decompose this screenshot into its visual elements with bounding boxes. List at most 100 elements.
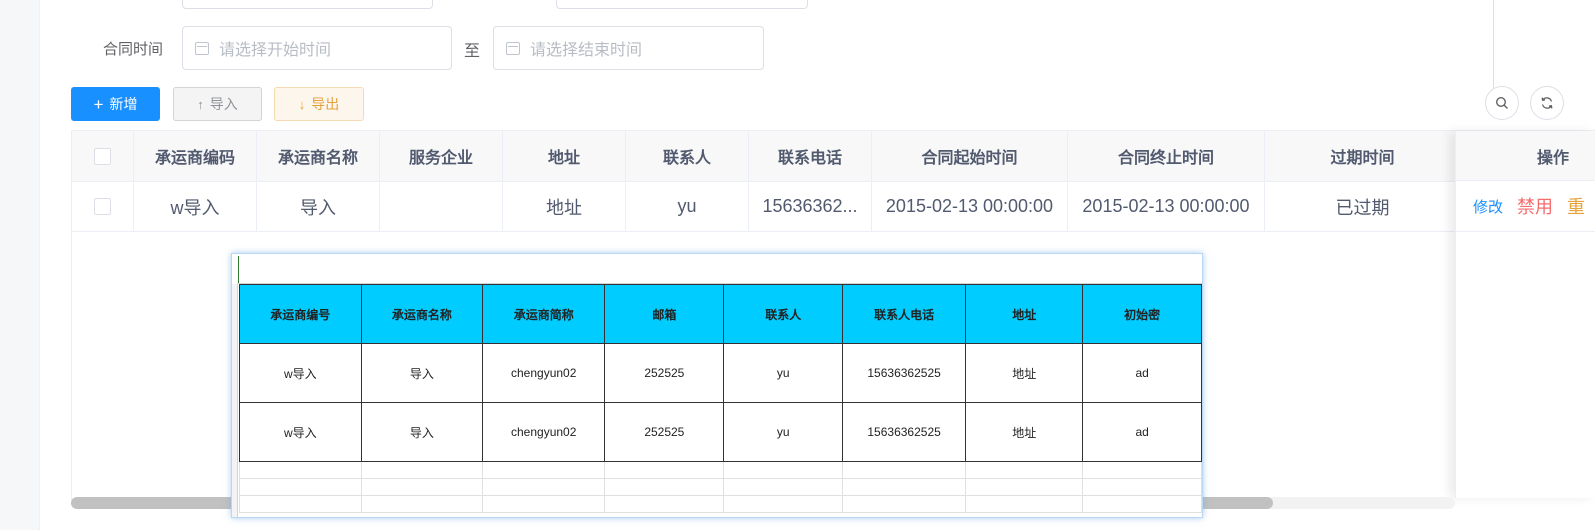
plus-icon: +: [93, 94, 104, 114]
spreadsheet-cell[interactable]: 地址: [965, 343, 1084, 403]
select-all-checkbox[interactable]: [94, 147, 111, 165]
empty-cell[interactable]: [723, 461, 843, 479]
empty-cell[interactable]: [965, 495, 1084, 513]
column-header[interactable]: 合同终止时间: [1068, 131, 1265, 181]
download-icon: ↓: [298, 96, 306, 112]
row-header-gutter: [232, 284, 238, 517]
calendar-icon: [195, 41, 209, 55]
empty-cell[interactable]: [965, 461, 1084, 479]
empty-cell[interactable]: [360, 495, 484, 513]
column-header[interactable]: 地址: [503, 131, 626, 181]
edit-link[interactable]: 修改: [1473, 196, 1503, 217]
cell-service-company: [380, 182, 503, 231]
column-header[interactable]: 服务企业: [380, 131, 503, 181]
empty-cell[interactable]: [965, 478, 1084, 496]
spreadsheet-header-cell[interactable]: 初始密: [1082, 284, 1202, 344]
column-header[interactable]: 承运商编码: [134, 131, 257, 181]
disable-link[interactable]: 禁用: [1517, 193, 1553, 219]
column-header[interactable]: 过期时间: [1265, 131, 1461, 181]
formula-bar[interactable]: [237, 254, 1202, 284]
add-button[interactable]: + 新增: [71, 87, 160, 121]
spreadsheet-header-cell[interactable]: 承运商简称: [482, 284, 606, 344]
spreadsheet-empty-row: [239, 495, 1202, 513]
spreadsheet-header-cell[interactable]: 承运商名称: [360, 284, 484, 344]
column-header[interactable]: 联系电话: [749, 131, 872, 181]
empty-cell[interactable]: [841, 495, 967, 513]
import-button[interactable]: ↑ 导入: [173, 87, 262, 121]
filter-input-top-left[interactable]: [182, 0, 433, 9]
refresh-button[interactable]: [1530, 86, 1564, 120]
empty-cell[interactable]: [1082, 495, 1202, 513]
empty-cell[interactable]: [239, 461, 362, 479]
spreadsheet-row: w导入 导入 chengyun02 252525 yu 15636362525 …: [239, 343, 1202, 403]
empty-cell[interactable]: [723, 495, 843, 513]
empty-cell[interactable]: [239, 478, 362, 496]
contract-end-date-input[interactable]: 请选择结束时间: [493, 26, 764, 70]
spreadsheet-header-cell[interactable]: 联系人: [723, 284, 843, 344]
search-icon: [1495, 96, 1508, 109]
spreadsheet-cell[interactable]: w导入: [239, 402, 362, 462]
spreadsheet-header-cell[interactable]: 地址: [965, 284, 1084, 344]
empty-cell[interactable]: [723, 478, 843, 496]
divider: [1493, 0, 1494, 88]
spreadsheet-cell[interactable]: 导入: [360, 402, 484, 462]
column-header[interactable]: 合同起始时间: [872, 131, 1068, 181]
empty-cell[interactable]: [604, 478, 725, 496]
spreadsheet-cell[interactable]: chengyun02: [482, 343, 606, 403]
spreadsheet-cell[interactable]: ad: [1082, 402, 1202, 462]
spreadsheet-cell[interactable]: chengyun02: [482, 402, 606, 462]
spreadsheet-cell[interactable]: 252525: [604, 343, 725, 403]
spreadsheet-cell[interactable]: yu: [723, 343, 843, 403]
spreadsheet-cell[interactable]: 15636362525: [841, 402, 967, 462]
spreadsheet-cell[interactable]: 15636362525: [841, 343, 967, 403]
empty-cell[interactable]: [604, 495, 725, 513]
export-button-label: 导出: [311, 96, 340, 112]
contract-start-date-input[interactable]: 请选择开始时间: [182, 26, 452, 70]
column-header[interactable]: 联系人: [626, 131, 749, 181]
spreadsheet-cell[interactable]: 地址: [965, 402, 1084, 462]
more-action-link[interactable]: 重: [1567, 193, 1585, 219]
empty-cell[interactable]: [360, 478, 484, 496]
column-header-actions: 操作: [1456, 131, 1595, 181]
empty-cell[interactable]: [482, 495, 606, 513]
empty-cell[interactable]: [360, 461, 484, 479]
spreadsheet-cell[interactable]: 导入: [360, 343, 484, 403]
row-checkbox[interactable]: [94, 198, 111, 215]
spreadsheet-header-cell[interactable]: 联系人电话: [841, 284, 967, 344]
export-button[interactable]: ↓ 导出: [274, 87, 364, 121]
range-separator: 至: [464, 43, 481, 60]
spreadsheet-preview-overlay: 承运商编号 承运商名称 承运商简称 邮箱 联系人 联系人电话 地址 初始密 w导…: [231, 253, 1203, 518]
empty-cell[interactable]: [841, 461, 967, 479]
empty-cell[interactable]: [1082, 461, 1202, 479]
empty-cell[interactable]: [482, 478, 606, 496]
cell-code: w导入: [134, 182, 257, 231]
start-date-placeholder: 请选择开始时间: [219, 42, 332, 59]
empty-cell[interactable]: [841, 478, 967, 496]
search-button[interactable]: [1485, 86, 1519, 120]
actions-fixed-column: 操作 修改 禁用 重: [1455, 131, 1595, 498]
empty-cell[interactable]: [604, 461, 725, 479]
actions-row: 修改 禁用 重: [1456, 181, 1595, 232]
empty-cell[interactable]: [1082, 478, 1202, 496]
import-button-label: 导入: [209, 96, 238, 112]
spreadsheet-cell[interactable]: ad: [1082, 343, 1202, 403]
spreadsheet-cell[interactable]: w导入: [239, 343, 362, 403]
cell-contact: yu: [626, 182, 749, 231]
column-header[interactable]: 承运商名称: [257, 131, 380, 181]
spreadsheet-header-row: 承运商编号 承运商名称 承运商简称 邮箱 联系人 联系人电话 地址 初始密: [239, 284, 1202, 344]
table-row[interactable]: w导入 导入 地址 yu 15636362... 2015-02-13 00:0…: [72, 182, 1461, 232]
cell-name-link[interactable]: 导入: [257, 182, 380, 231]
end-date-placeholder: 请选择结束时间: [530, 42, 643, 59]
empty-cell[interactable]: [482, 461, 606, 479]
select-all-cell: [72, 131, 134, 181]
filter-input-top-right[interactable]: [556, 0, 808, 9]
cell-contract-end: 2015-02-13 00:00:00: [1068, 182, 1265, 231]
spreadsheet-empty-row: [239, 478, 1202, 496]
spreadsheet-header-cell[interactable]: 邮箱: [604, 284, 725, 344]
cell-contract-start: 2015-02-13 00:00:00: [872, 182, 1068, 231]
spreadsheet-cell[interactable]: yu: [723, 402, 843, 462]
spreadsheet-cell[interactable]: 252525: [604, 402, 725, 462]
spreadsheet-header-cell[interactable]: 承运商编号: [239, 284, 362, 344]
upload-icon: ↑: [197, 96, 204, 112]
empty-cell[interactable]: [239, 495, 362, 513]
